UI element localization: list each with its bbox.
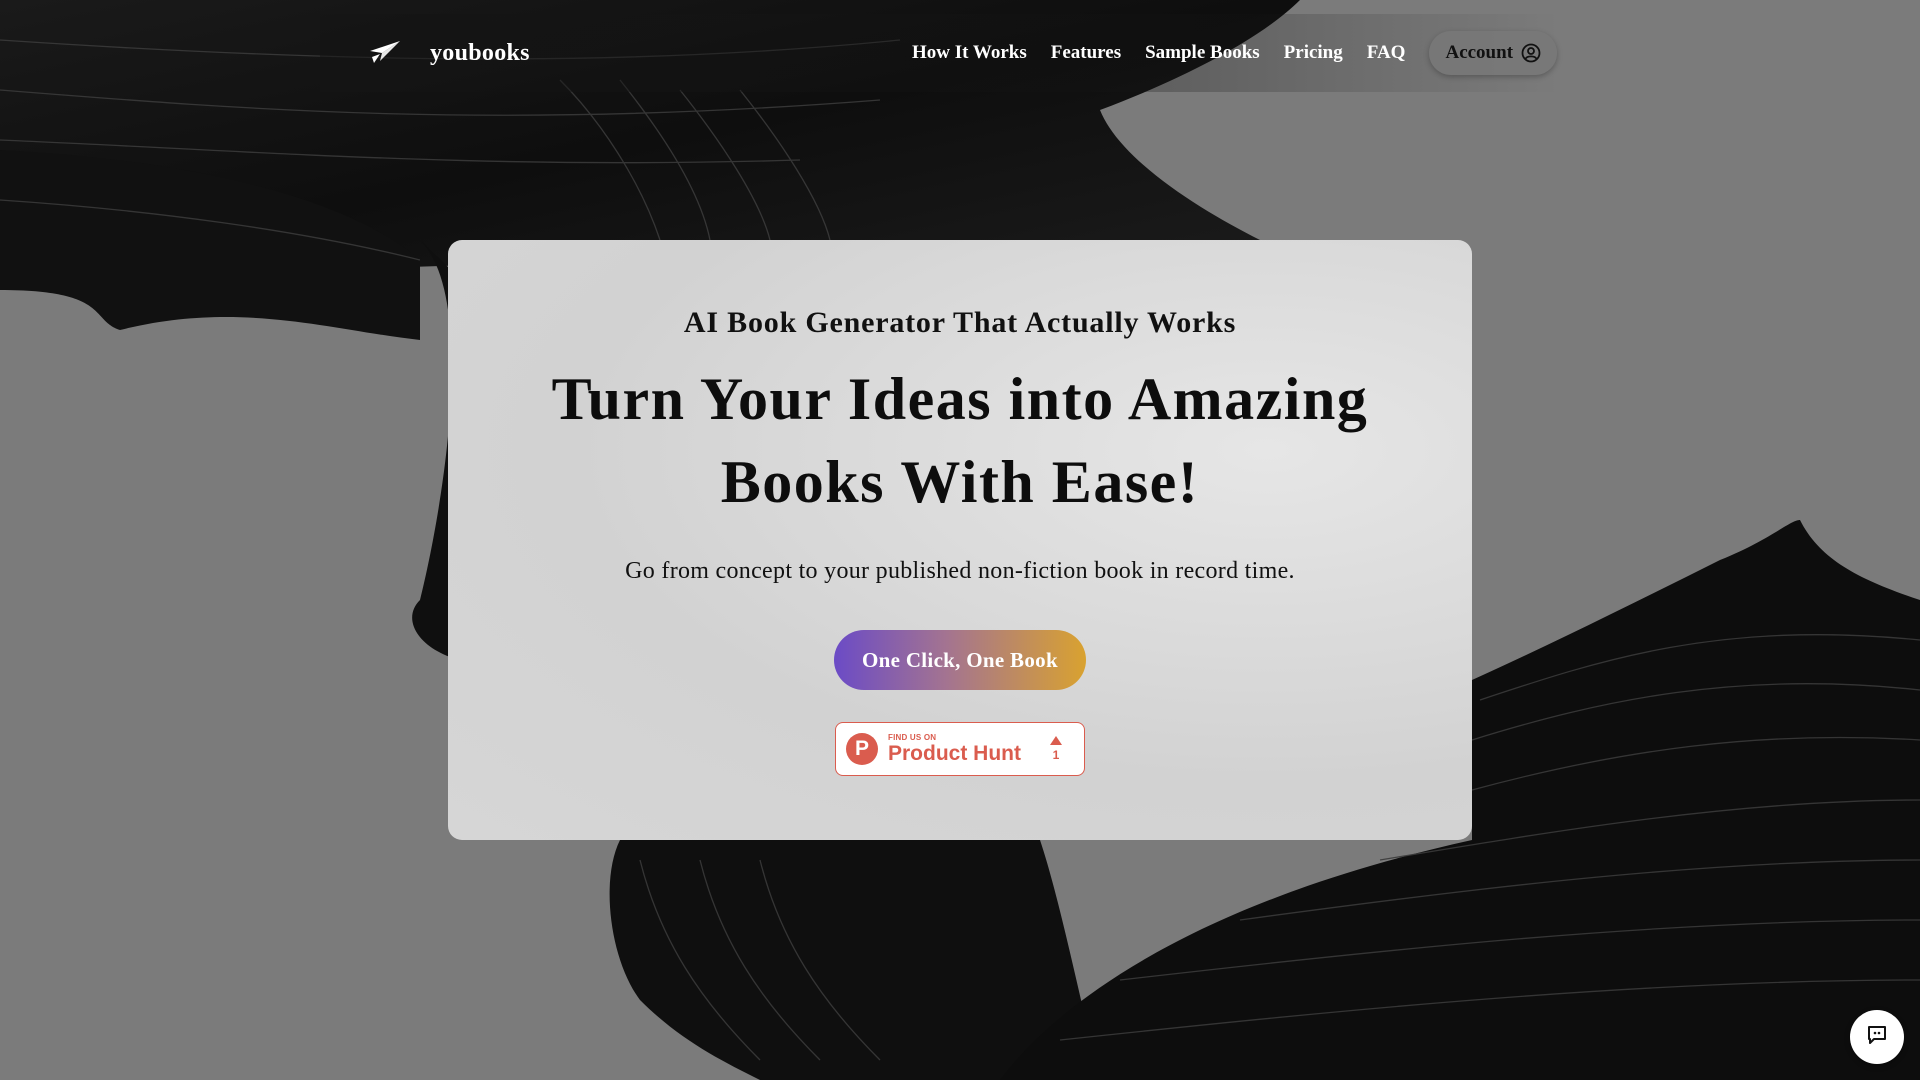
product-hunt-logo-icon: P	[846, 733, 878, 765]
hero-eyebrow: AI Book Generator That Actually Works	[683, 306, 1237, 339]
nav-faq[interactable]: FAQ	[1367, 42, 1406, 64]
product-hunt-text: FIND US ON Product Hunt	[888, 733, 1021, 765]
nav-features[interactable]: Features	[1051, 42, 1121, 64]
brand-logo-link[interactable]: youbooks	[368, 14, 530, 92]
product-hunt-badge[interactable]: P FIND US ON Product Hunt 1	[835, 722, 1085, 776]
account-label: Account	[1445, 42, 1514, 63]
hero-subtext: Go from concept to your published non-fi…	[625, 558, 1295, 584]
brand-name: youbooks	[430, 39, 530, 66]
paper-plane-icon	[368, 39, 402, 67]
nav-how-it-works[interactable]: How It Works	[912, 42, 1027, 64]
nav-pricing[interactable]: Pricing	[1284, 42, 1343, 64]
upvote-arrow-icon	[1050, 736, 1062, 745]
upvote-count: 1	[1052, 748, 1060, 762]
chat-bubble-icon	[1866, 1024, 1888, 1051]
headline-line-2: Books With Ease!	[720, 449, 1200, 515]
nav-sample-books[interactable]: Sample Books	[1145, 42, 1260, 64]
user-circle-icon	[1521, 43, 1541, 63]
one-click-cta-button[interactable]: One Click, One Book	[834, 630, 1086, 690]
product-hunt-big-text: Product Hunt	[888, 742, 1021, 765]
hero-card: AI Book Generator That Actually Works Tu…	[448, 240, 1472, 840]
main-nav: How It Works Features Sample Books Prici…	[912, 14, 1558, 92]
site-header: youbooks How It Works Features Sample Bo…	[320, 14, 1560, 92]
chat-widget-button[interactable]	[1850, 1010, 1904, 1064]
account-button[interactable]: Account	[1429, 31, 1558, 75]
product-hunt-upvotes: 1	[1050, 736, 1062, 762]
hero-headline: Turn Your Ideas into Amazing Books With …	[508, 358, 1412, 524]
headline-line-1: Turn Your Ideas into Amazing	[551, 366, 1369, 432]
